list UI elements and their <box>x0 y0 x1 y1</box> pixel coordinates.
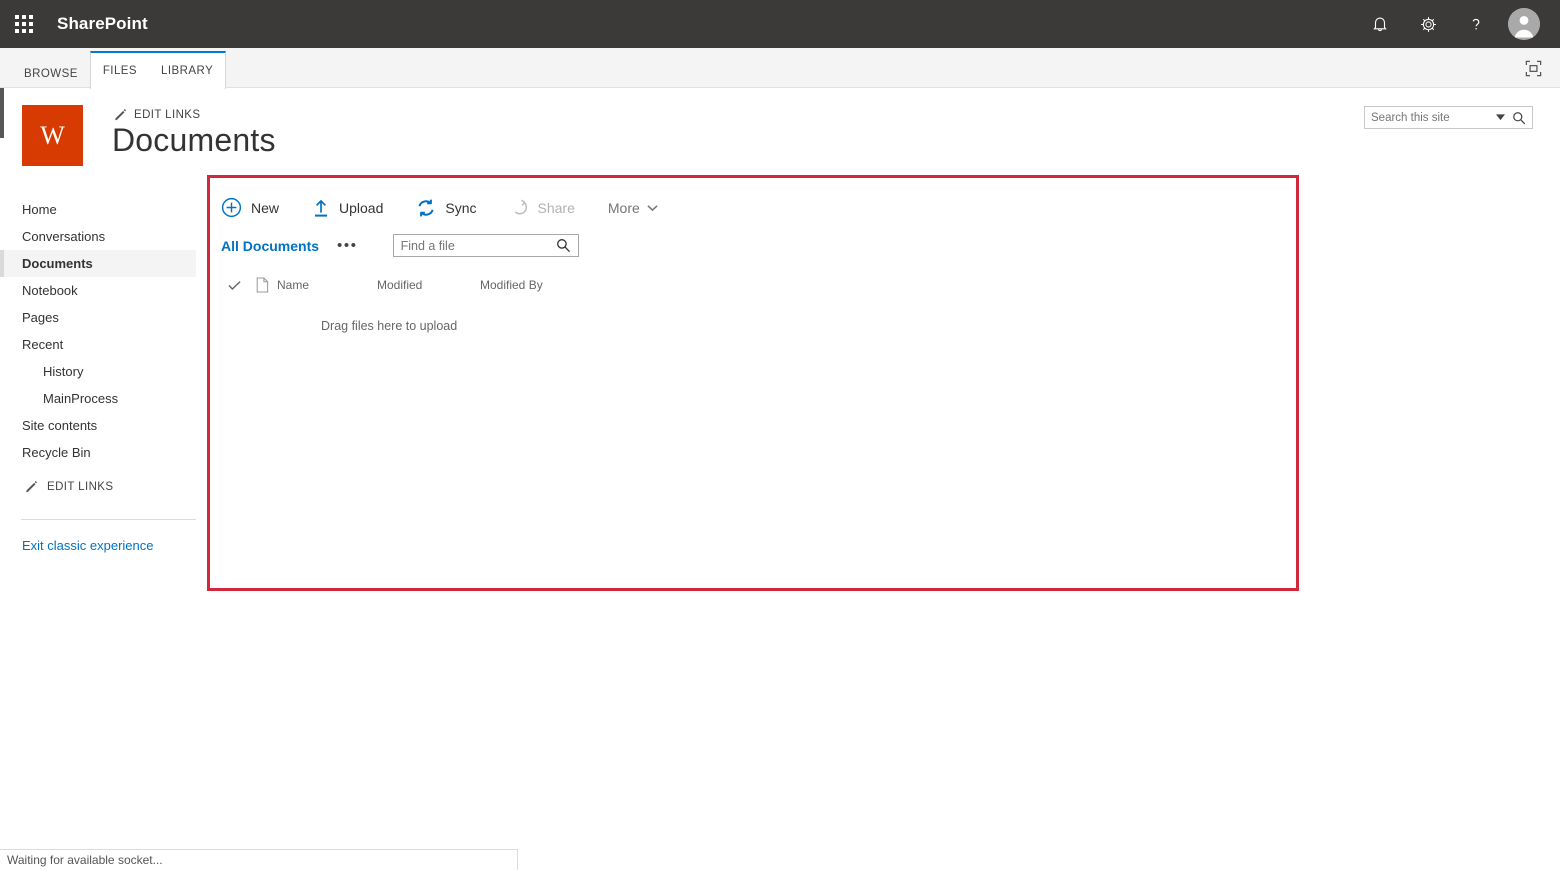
more-commands-button[interactable]: More <box>608 200 658 216</box>
sidebar-item-conversations[interactable]: Conversations <box>0 223 196 250</box>
help-icon[interactable] <box>1452 0 1500 48</box>
exit-classic-experience-link[interactable]: Exit classic experience <box>0 538 196 553</box>
upload-button-label: Upload <box>339 199 384 216</box>
sidebar-divider <box>21 519 196 520</box>
file-drop-zone[interactable]: Drag files here to upload <box>221 312 1281 352</box>
user-avatar[interactable] <box>1500 0 1548 48</box>
library-view-row: All Documents ••• <box>221 234 579 257</box>
notifications-icon[interactable] <box>1356 0 1404 48</box>
search-scope-chevron-down-icon[interactable] <box>1491 114 1510 121</box>
edit-links-top-button[interactable]: EDIT LINKS <box>114 108 200 121</box>
find-a-file-magnifier-icon[interactable] <box>556 238 578 253</box>
left-navigation: Home Conversations Documents Notebook Pa… <box>0 196 196 553</box>
browser-status-bar: Waiting for available socket... <box>0 849 518 870</box>
column-header-name[interactable]: Name <box>277 278 377 292</box>
suite-bar-actions <box>1356 0 1560 48</box>
empty-library-message: Drag files here to upload <box>321 319 458 333</box>
page-title: Documents <box>112 122 276 158</box>
sidebar-item-recycle-bin[interactable]: Recycle Bin <box>0 439 196 466</box>
tab-files[interactable]: FILES <box>91 53 149 89</box>
sidebar-item-notebook[interactable]: Notebook <box>0 277 196 304</box>
app-launcher-button[interactable] <box>0 0 48 48</box>
sidebar-edit-links-label: EDIT LINKS <box>47 480 114 493</box>
search-magnifier-icon[interactable] <box>1510 111 1532 125</box>
library-command-bar: New Upload Sync Share More <box>221 197 658 218</box>
find-a-file-input[interactable] <box>393 238 556 253</box>
new-button-label: New <box>251 199 280 216</box>
search-input[interactable] <box>1365 111 1491 124</box>
sharepoint-brand[interactable]: SharePoint <box>57 14 148 34</box>
sidebar-item-documents[interactable]: Documents <box>0 250 196 277</box>
plus-circle-icon <box>221 197 242 218</box>
share-icon <box>514 199 527 215</box>
find-a-file-box[interactable] <box>392 234 579 257</box>
site-logo: W <box>22 105 83 166</box>
sidebar-item-history[interactable]: History <box>0 358 196 385</box>
chevron-down-icon <box>647 204 658 211</box>
file-list-header: Name Modified Modified By <box>221 276 543 294</box>
upload-button[interactable]: Upload <box>312 198 383 218</box>
sidebar-item-home[interactable]: Home <box>0 196 196 223</box>
site-header: W EDIT LINKS Documents <box>0 88 1560 178</box>
sync-button-label: Sync <box>445 199 477 216</box>
focus-on-content-icon[interactable] <box>1520 55 1546 81</box>
tab-library[interactable]: LIBRARY <box>149 53 225 89</box>
ribbon-right-actions <box>1520 48 1560 88</box>
suite-bar: SharePoint <box>0 0 1560 48</box>
ribbon-tab-list: BROWSE FILES LIBRARY <box>0 48 1560 89</box>
column-header-modified-by[interactable]: Modified By <box>480 278 543 292</box>
avatar-image <box>1508 8 1540 40</box>
select-all-checkmark-icon[interactable] <box>221 280 247 291</box>
document-type-icon[interactable] <box>247 277 277 293</box>
sync-button[interactable]: Sync <box>416 198 477 218</box>
status-message: Waiting for available socket... <box>7 853 163 867</box>
new-button[interactable]: New <box>221 197 279 218</box>
share-button: Share <box>510 198 575 217</box>
view-options-ellipsis-icon[interactable]: ••• <box>337 238 358 253</box>
site-search-box[interactable] <box>1364 106 1533 129</box>
current-view-selector[interactable]: All Documents <box>221 238 319 254</box>
sidebar-item-mainprocess[interactable]: MainProcess <box>0 385 196 412</box>
tab-browse[interactable]: BROWSE <box>12 60 90 88</box>
more-commands-label: More <box>607 199 640 216</box>
pencil-icon <box>26 481 38 493</box>
sidebar-edit-links-button[interactable]: EDIT LINKS <box>0 480 196 493</box>
ribbon-active-tab-group: FILES LIBRARY <box>89 51 227 89</box>
sidebar-item-site-contents[interactable]: Site contents <box>0 412 196 439</box>
sidebar-item-recent[interactable]: Recent <box>0 331 196 358</box>
edit-links-top-label: EDIT LINKS <box>134 108 201 121</box>
share-button-label: Share <box>537 199 575 216</box>
waffle-icon <box>15 15 33 33</box>
column-header-modified[interactable]: Modified <box>377 278 480 292</box>
document-library-highlight: New Upload Sync Share More All Documents… <box>207 175 1299 591</box>
upload-arrow-icon <box>315 199 328 217</box>
sync-icon <box>418 199 434 216</box>
ribbon-bar: BROWSE FILES LIBRARY <box>0 48 1560 89</box>
pencil-icon <box>115 109 127 121</box>
settings-gear-icon[interactable] <box>1404 0 1452 48</box>
sidebar-item-pages[interactable]: Pages <box>0 304 196 331</box>
